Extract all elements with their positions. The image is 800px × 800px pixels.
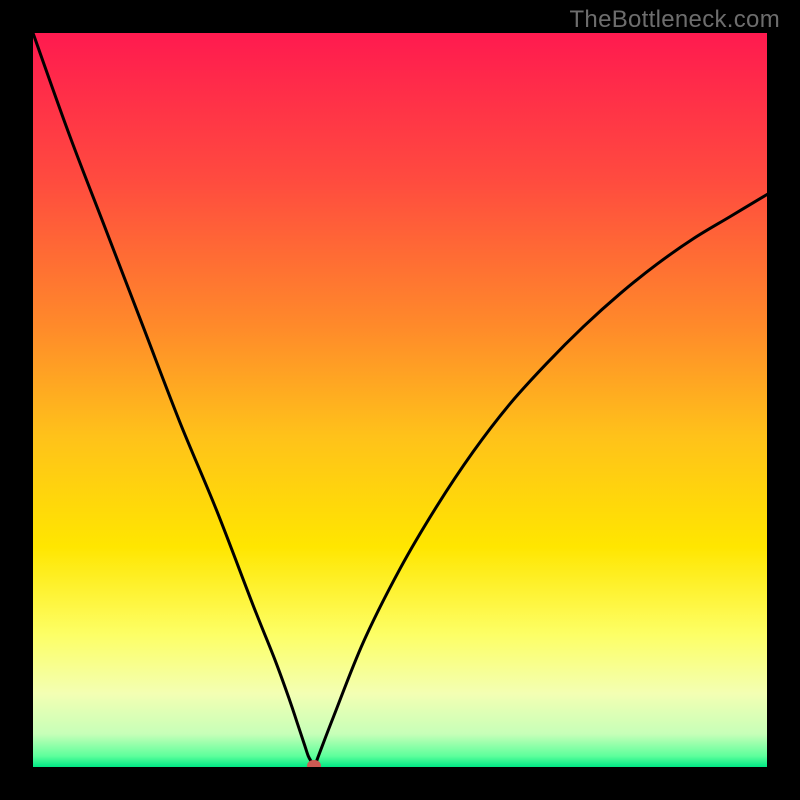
bottleneck-curve [33, 33, 767, 767]
watermark-text: TheBottleneck.com [569, 6, 780, 34]
minimum-marker [307, 760, 321, 767]
plot-area [33, 33, 767, 767]
outer-frame: TheBottleneck.com [0, 0, 800, 800]
curve-svg [33, 33, 767, 767]
